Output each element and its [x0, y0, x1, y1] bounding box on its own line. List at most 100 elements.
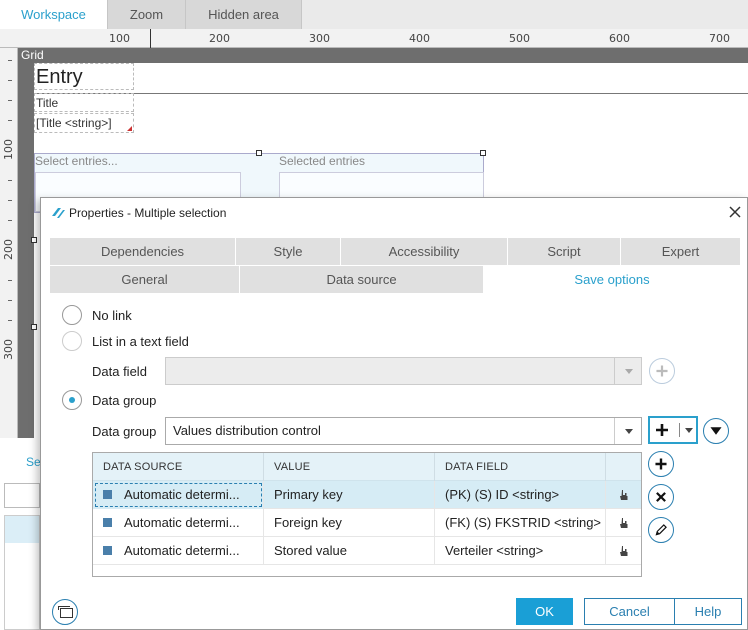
ruler-tick: [8, 60, 12, 61]
table-row[interactable]: Automatic determi... Foreign key (FK) (S…: [93, 509, 641, 537]
ok-button[interactable]: OK: [516, 598, 573, 625]
top-tab-bar: Workspace Zoom Hidden area: [0, 0, 748, 29]
tab-expert[interactable]: Expert: [621, 238, 740, 265]
value-cell[interactable]: Primary key: [264, 481, 435, 509]
table-row[interactable]: Automatic determi... Stored value Vertei…: [93, 537, 641, 565]
title-input-field[interactable]: [Title <string>]: [34, 113, 134, 133]
data-field-label: Data field: [92, 364, 147, 379]
tab-data-source[interactable]: Data source: [240, 266, 484, 293]
data-source-text: Automatic determi...: [124, 515, 240, 530]
vertical-ruler: 100 200 300: [0, 48, 18, 438]
data-field-cell[interactable]: (FK) (S) FKSTRID <string>: [435, 509, 606, 537]
data-source-cell[interactable]: Automatic determi...: [93, 537, 264, 565]
add-data-field-button[interactable]: [649, 358, 675, 384]
table-header: DATA SOURCE VALUE DATA FIELD: [93, 453, 641, 481]
data-field-select[interactable]: [165, 357, 642, 385]
data-group-label: Data group: [92, 424, 157, 439]
square-icon: [103, 490, 112, 499]
mapping-table: DATA SOURCE VALUE DATA FIELD Automatic d…: [92, 452, 642, 577]
data-field-cell[interactable]: (PK) (S) ID <string>: [435, 481, 606, 509]
ruler-tick: [8, 320, 12, 321]
data-group-select[interactable]: Values distribution control: [165, 417, 642, 445]
ruler-label: 300: [309, 32, 330, 45]
resize-handle[interactable]: [480, 150, 486, 156]
remove-row-button[interactable]: [648, 484, 674, 510]
radio-list-text-field[interactable]: [62, 331, 82, 351]
tab-script[interactable]: Script: [508, 238, 621, 265]
data-source-cell[interactable]: Automatic determi...: [93, 481, 264, 509]
ruler-label: 100: [109, 32, 130, 45]
ruler-position-marker: [150, 29, 151, 48]
corner-marker-icon: [127, 126, 132, 131]
close-icon[interactable]: [727, 204, 743, 220]
window-icon[interactable]: [52, 599, 78, 625]
table-row[interactable]: Automatic determi... Primary key (PK) (S…: [93, 481, 641, 509]
dialog-title: Properties - Multiple selection: [69, 206, 227, 220]
data-source-cell[interactable]: Automatic determi...: [93, 509, 264, 537]
tab-accessibility[interactable]: Accessibility: [341, 238, 508, 265]
ruler-label: 700: [709, 32, 730, 45]
pointer-hand-icon[interactable]: [606, 537, 642, 565]
dialog-titlebar[interactable]: Properties - Multiple selection: [41, 198, 747, 228]
tab-row-2: General Data source Save options: [50, 266, 740, 293]
chevron-down-icon[interactable]: [685, 428, 693, 433]
select-entries-caption: Select entries...: [35, 154, 118, 168]
entry-heading[interactable]: Entry: [34, 63, 134, 90]
filter-button[interactable]: [703, 418, 729, 444]
ruler-tick: [8, 280, 12, 281]
column-header-data-source[interactable]: DATA SOURCE: [93, 453, 264, 481]
value-cell[interactable]: Stored value: [264, 537, 435, 565]
add-data-group-split-button[interactable]: [648, 416, 698, 444]
ruler-label: 500: [509, 32, 530, 45]
ruler-tick: [8, 220, 12, 221]
title-field-text: [Title <string>]: [36, 116, 112, 130]
ruler-label: 200: [2, 239, 15, 260]
ruler-tick: [8, 120, 12, 121]
chevron-down-icon: [614, 418, 641, 444]
pointer-hand-icon[interactable]: [606, 481, 642, 509]
properties-dialog: Properties - Multiple selection Dependen…: [40, 197, 748, 630]
tab-row-1: Dependencies Style Accessibility Script …: [50, 238, 740, 265]
tab-save-options[interactable]: Save options: [484, 266, 740, 293]
ruler-label: 100: [2, 139, 15, 160]
square-icon: [103, 546, 112, 555]
data-field-cell[interactable]: Verteiler <string>: [435, 537, 606, 565]
column-header-data-field[interactable]: DATA FIELD: [435, 453, 606, 481]
background-label: Se: [26, 455, 41, 469]
add-row-button[interactable]: [648, 451, 674, 477]
column-header-value[interactable]: VALUE: [264, 453, 435, 481]
pointer-hand-icon[interactable]: [606, 509, 642, 537]
tab-dependencies[interactable]: Dependencies: [50, 238, 236, 265]
resize-handle[interactable]: [31, 324, 37, 330]
resize-handle[interactable]: [31, 237, 37, 243]
square-icon: [103, 518, 112, 527]
ruler-label: 300: [2, 339, 15, 360]
divider-line: [34, 93, 748, 94]
ruler-label: 200: [209, 32, 230, 45]
data-group-option-label: Data group: [92, 393, 157, 408]
ruler-tick: [8, 200, 12, 201]
data-source-text: Automatic determi...: [124, 543, 240, 558]
ruler-tick: [8, 180, 12, 181]
title-label[interactable]: Title: [34, 93, 134, 112]
resize-handle[interactable]: [256, 150, 262, 156]
ruler-tick: [8, 80, 12, 81]
list-text-field-label: List in a text field: [92, 334, 189, 349]
cancel-button[interactable]: Cancel: [584, 598, 675, 625]
edit-row-button[interactable]: [648, 517, 674, 543]
radio-data-group[interactable]: [62, 390, 82, 410]
tab-zoom[interactable]: Zoom: [108, 0, 186, 29]
tab-general[interactable]: General: [50, 266, 240, 293]
tab-style[interactable]: Style: [236, 238, 341, 265]
canvas-gutter: [18, 48, 34, 438]
data-source-text: Automatic determi...: [124, 487, 240, 502]
value-cell[interactable]: Foreign key: [264, 509, 435, 537]
ruler-tick: [8, 100, 12, 101]
help-button[interactable]: Help: [674, 598, 742, 625]
tab-hidden-area[interactable]: Hidden area: [186, 0, 302, 29]
app-logo-icon: [52, 208, 65, 218]
radio-no-link[interactable]: [62, 305, 82, 325]
background-list: [4, 515, 40, 630]
data-group-value: Values distribution control: [173, 423, 321, 438]
tab-workspace[interactable]: Workspace: [0, 0, 108, 29]
